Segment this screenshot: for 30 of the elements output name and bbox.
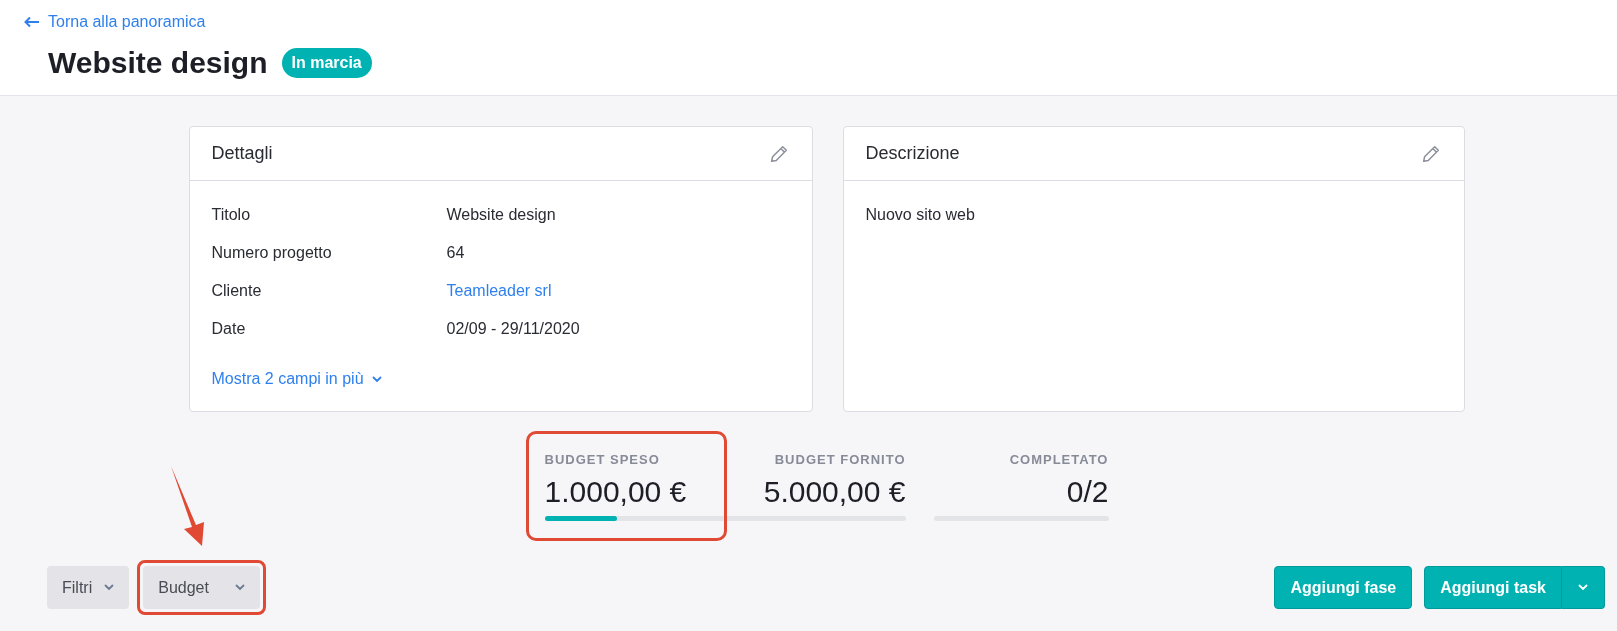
field-label: Date	[211, 319, 247, 339]
stat-label: BUDGET SPESO	[544, 451, 660, 469]
add-task-button[interactable]: Aggiungi task	[1424, 566, 1562, 609]
arrow-left-icon	[24, 16, 40, 28]
stat-label: COMPLETATO	[1009, 451, 1109, 469]
stat-value: 5.000,00 €	[763, 473, 906, 510]
page-title: Website design	[48, 45, 268, 81]
caret-icon	[1578, 584, 1588, 591]
caret-icon	[234, 584, 245, 591]
show-more-link[interactable]: Mostra 2 campi in più	[211, 367, 382, 391]
field-value: Website design	[446, 205, 556, 225]
stat-value: 1.000,00 €	[544, 473, 687, 510]
field-label: Numero progetto	[211, 243, 333, 263]
add-phase-button[interactable]: Aggiungi fase	[1274, 566, 1413, 609]
stat-value: 0/2	[1066, 473, 1109, 510]
caret-icon	[371, 375, 382, 383]
back-link[interactable]: Torna alla panoramica	[24, 10, 206, 34]
filter-dropdown[interactable]: Filtri	[47, 566, 130, 609]
client-link[interactable]: Teamleader srl	[446, 279, 552, 303]
card-title: Dettagli	[211, 142, 273, 165]
caret-icon	[104, 584, 115, 591]
field-label: Cliente	[211, 281, 263, 301]
field-value: 64	[446, 243, 465, 263]
field-value: 02/09 - 29/11/2020	[446, 319, 580, 339]
status-badge: In marcia	[281, 47, 372, 78]
stat-label: BUDGET FORNITO	[774, 451, 906, 469]
field-label: Titolo	[211, 205, 252, 225]
description-text: Nuovo sito web	[865, 205, 976, 225]
filter-dropdown[interactable]: Budget	[143, 566, 260, 609]
card-title: Descrizione	[865, 142, 960, 165]
